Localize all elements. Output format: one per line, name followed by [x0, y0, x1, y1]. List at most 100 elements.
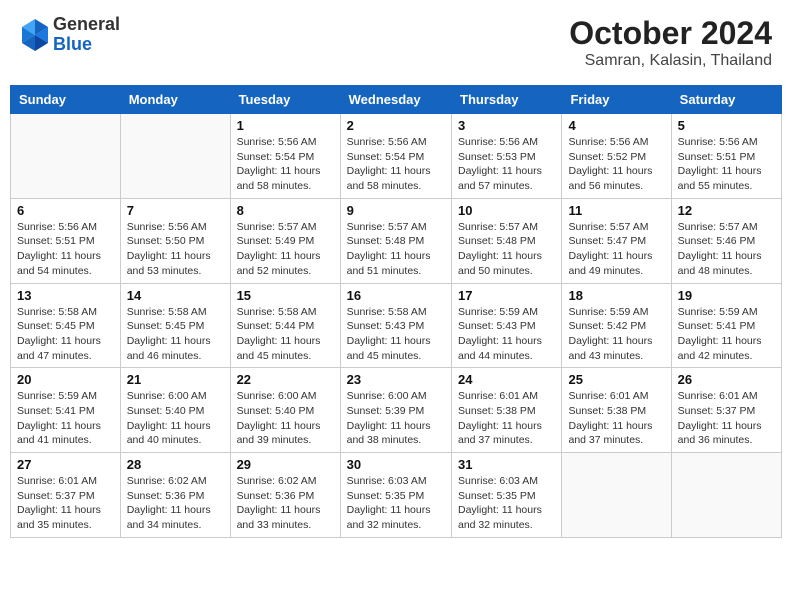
- day-number: 21: [127, 372, 224, 387]
- header-friday: Friday: [562, 86, 671, 114]
- day-number: 17: [458, 288, 555, 303]
- calendar-week-row: 6 Sunrise: 5:56 AM Sunset: 5:51 PM Daylig…: [11, 198, 782, 283]
- day-number: 25: [568, 372, 664, 387]
- day-number: 11: [568, 203, 664, 218]
- table-row: 17 Sunrise: 5:59 AM Sunset: 5:43 PM Dayli…: [452, 283, 562, 368]
- calendar-table: Sunday Monday Tuesday Wednesday Thursday…: [10, 85, 782, 538]
- day-info: Sunrise: 6:03 AM Sunset: 5:35 PM Dayligh…: [458, 474, 555, 533]
- day-number: 4: [568, 118, 664, 133]
- calendar-week-row: 27Sunrise: 6:01 AM Sunset: 5:37 PM Dayli…: [11, 453, 782, 538]
- day-number: 3: [458, 118, 555, 133]
- day-number: 27: [17, 457, 114, 472]
- table-row: 29 Sunrise: 6:02 AM Sunset: 5:36 PM Dayli…: [230, 453, 340, 538]
- day-number: 9: [347, 203, 445, 218]
- day-info: Sunrise: 5:56 AM Sunset: 5:51 PM Dayligh…: [678, 135, 775, 194]
- day-number: 8: [237, 203, 334, 218]
- day-number: 24: [458, 372, 555, 387]
- day-number: 10: [458, 203, 555, 218]
- day-info: Sunrise: 6:00 AM Sunset: 5:40 PM Dayligh…: [127, 389, 224, 448]
- day-info: Sunrise: 6:01 AM Sunset: 5:38 PM Dayligh…: [458, 389, 555, 448]
- table-row: 24 Sunrise: 6:01 AM Sunset: 5:38 PM Dayli…: [452, 368, 562, 453]
- day-number: 16: [347, 288, 445, 303]
- calendar-subtitle: Samran, Kalasin, Thailand: [569, 52, 772, 70]
- day-number: 14: [127, 288, 224, 303]
- day-info: Sunrise: 5:56 AM Sunset: 5:53 PM Dayligh…: [458, 135, 555, 194]
- day-number: 23: [347, 372, 445, 387]
- day-info: Sunrise: 6:01 AM Sunset: 5:38 PM Dayligh…: [568, 389, 664, 448]
- day-info: Sunrise: 5:59 AM Sunset: 5:41 PM Dayligh…: [678, 305, 775, 364]
- day-number: 20: [17, 372, 114, 387]
- day-number: 12: [678, 203, 775, 218]
- day-info: Sunrise: 6:02 AM Sunset: 5:36 PM Dayligh…: [127, 474, 224, 533]
- table-row: 16 Sunrise: 5:58 AM Sunset: 5:43 PM Dayli…: [340, 283, 451, 368]
- table-row: 1Sunrise: 5:56 AM Sunset: 5:54 PM Daylig…: [230, 114, 340, 199]
- table-row: 12 Sunrise: 5:57 AM Sunset: 5:46 PM Dayli…: [671, 198, 781, 283]
- header-sunday: Sunday: [11, 86, 121, 114]
- header-thursday: Thursday: [452, 86, 562, 114]
- day-info: Sunrise: 6:03 AM Sunset: 5:35 PM Dayligh…: [347, 474, 445, 533]
- table-row: 21 Sunrise: 6:00 AM Sunset: 5:40 PM Dayli…: [120, 368, 230, 453]
- table-row: 2 Sunrise: 5:56 AM Sunset: 5:54 PM Daylig…: [340, 114, 451, 199]
- day-number: 26: [678, 372, 775, 387]
- table-row: 18Sunrise: 5:59 AM Sunset: 5:42 PM Dayli…: [562, 283, 671, 368]
- table-row: [120, 114, 230, 199]
- day-info: Sunrise: 6:02 AM Sunset: 5:36 PM Dayligh…: [237, 474, 334, 533]
- logo-general: General: [53, 14, 120, 34]
- day-number: 29: [237, 457, 334, 472]
- table-row: [11, 114, 121, 199]
- day-info: Sunrise: 5:58 AM Sunset: 5:45 PM Dayligh…: [127, 305, 224, 364]
- day-info: Sunrise: 5:58 AM Sunset: 5:43 PM Dayligh…: [347, 305, 445, 364]
- day-info: Sunrise: 5:56 AM Sunset: 5:52 PM Dayligh…: [568, 135, 664, 194]
- day-number: 7: [127, 203, 224, 218]
- day-number: 15: [237, 288, 334, 303]
- day-number: 2: [347, 118, 445, 133]
- day-info: Sunrise: 5:56 AM Sunset: 5:54 PM Dayligh…: [347, 135, 445, 194]
- table-row: 20Sunrise: 5:59 AM Sunset: 5:41 PM Dayli…: [11, 368, 121, 453]
- day-info: Sunrise: 6:00 AM Sunset: 5:40 PM Dayligh…: [237, 389, 334, 448]
- table-row: 28 Sunrise: 6:02 AM Sunset: 5:36 PM Dayli…: [120, 453, 230, 538]
- logo-blue: Blue: [53, 34, 92, 54]
- day-info: Sunrise: 5:57 AM Sunset: 5:46 PM Dayligh…: [678, 220, 775, 279]
- day-number: 5: [678, 118, 775, 133]
- day-info: Sunrise: 5:58 AM Sunset: 5:45 PM Dayligh…: [17, 305, 114, 364]
- table-row: 11 Sunrise: 5:57 AM Sunset: 5:47 PM Dayli…: [562, 198, 671, 283]
- table-row: [671, 453, 781, 538]
- day-number: 19: [678, 288, 775, 303]
- table-row: 8 Sunrise: 5:57 AM Sunset: 5:49 PM Daylig…: [230, 198, 340, 283]
- table-row: 26 Sunrise: 6:01 AM Sunset: 5:37 PM Dayli…: [671, 368, 781, 453]
- day-info: Sunrise: 5:56 AM Sunset: 5:51 PM Dayligh…: [17, 220, 114, 279]
- day-number: 30: [347, 457, 445, 472]
- header-saturday: Saturday: [671, 86, 781, 114]
- table-row: 3 Sunrise: 5:56 AM Sunset: 5:53 PM Daylig…: [452, 114, 562, 199]
- day-info: Sunrise: 5:57 AM Sunset: 5:48 PM Dayligh…: [347, 220, 445, 279]
- logo-text: General Blue: [53, 15, 120, 55]
- table-row: 13 Sunrise: 5:58 AM Sunset: 5:45 PM Dayli…: [11, 283, 121, 368]
- header-tuesday: Tuesday: [230, 86, 340, 114]
- table-row: 10 Sunrise: 5:57 AM Sunset: 5:48 PM Dayli…: [452, 198, 562, 283]
- table-row: 7Sunrise: 5:56 AM Sunset: 5:50 PM Daylig…: [120, 198, 230, 283]
- title-area: October 2024 Samran, Kalasin, Thailand: [569, 15, 772, 70]
- day-number: 13: [17, 288, 114, 303]
- calendar-week-row: 13 Sunrise: 5:58 AM Sunset: 5:45 PM Dayli…: [11, 283, 782, 368]
- day-info: Sunrise: 6:01 AM Sunset: 5:37 PM Dayligh…: [678, 389, 775, 448]
- day-info: Sunrise: 5:59 AM Sunset: 5:43 PM Dayligh…: [458, 305, 555, 364]
- page-header: General Blue October 2024 Samran, Kalasi…: [10, 10, 782, 75]
- day-info: Sunrise: 5:58 AM Sunset: 5:44 PM Dayligh…: [237, 305, 334, 364]
- day-info: Sunrise: 5:57 AM Sunset: 5:47 PM Dayligh…: [568, 220, 664, 279]
- calendar-week-row: 20Sunrise: 5:59 AM Sunset: 5:41 PM Dayli…: [11, 368, 782, 453]
- day-info: Sunrise: 5:57 AM Sunset: 5:48 PM Dayligh…: [458, 220, 555, 279]
- day-number: 6: [17, 203, 114, 218]
- day-number: 22: [237, 372, 334, 387]
- day-info: Sunrise: 5:59 AM Sunset: 5:42 PM Dayligh…: [568, 305, 664, 364]
- day-number: 28: [127, 457, 224, 472]
- table-row: 14 Sunrise: 5:58 AM Sunset: 5:45 PM Dayli…: [120, 283, 230, 368]
- table-row: 27Sunrise: 6:01 AM Sunset: 5:37 PM Dayli…: [11, 453, 121, 538]
- day-info: Sunrise: 5:57 AM Sunset: 5:49 PM Dayligh…: [237, 220, 334, 279]
- logo-icon: [20, 17, 50, 52]
- table-row: 4 Sunrise: 5:56 AM Sunset: 5:52 PM Daylig…: [562, 114, 671, 199]
- calendar-title: October 2024: [569, 15, 772, 52]
- table-row: [562, 453, 671, 538]
- table-row: 6 Sunrise: 5:56 AM Sunset: 5:51 PM Daylig…: [11, 198, 121, 283]
- table-row: 30 Sunrise: 6:03 AM Sunset: 5:35 PM Dayli…: [340, 453, 451, 538]
- table-row: 31Sunrise: 6:03 AM Sunset: 5:35 PM Dayli…: [452, 453, 562, 538]
